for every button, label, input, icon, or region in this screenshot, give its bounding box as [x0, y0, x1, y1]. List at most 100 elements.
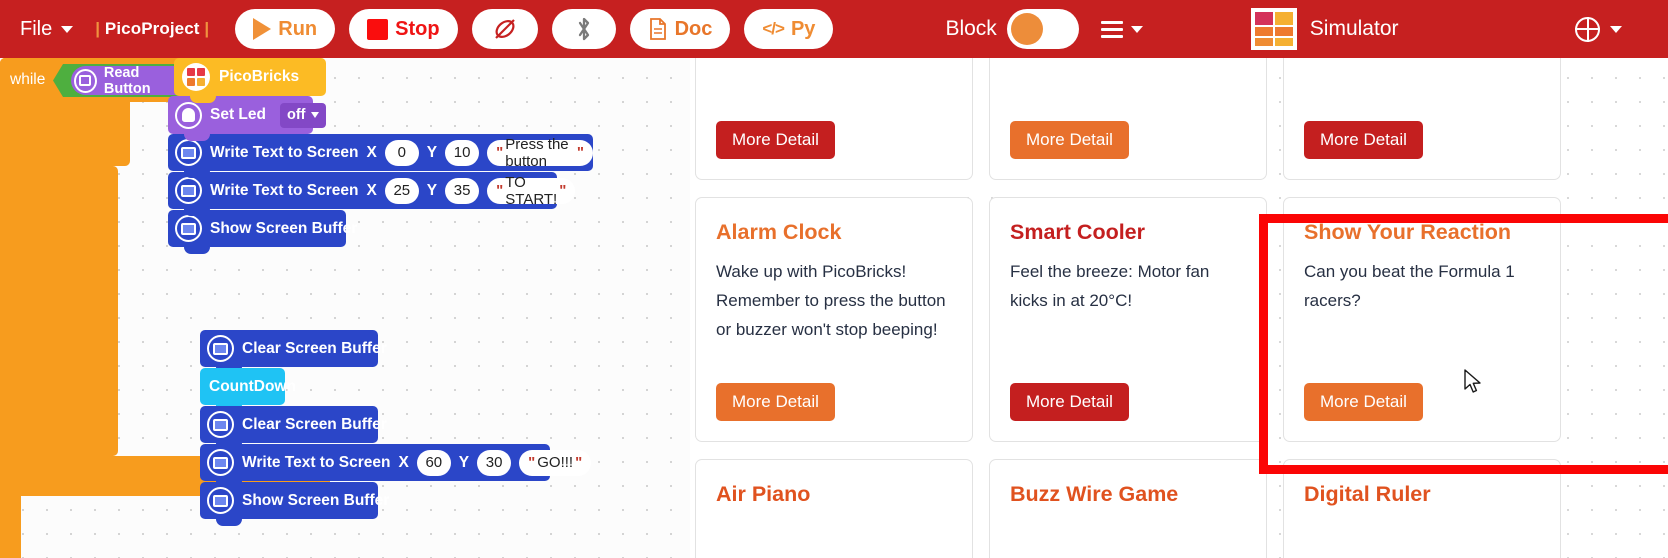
file-menu-button[interactable]: File [20, 17, 74, 41]
project-card[interactable]: Air PianoMore Detail [695, 459, 973, 558]
more-detail-button[interactable]: More Detail [716, 121, 835, 159]
block-picobricks[interactable]: PicoBricks [174, 58, 326, 103]
project-card-title: Buzz Wire Game [1010, 482, 1179, 506]
block-while-arm [0, 102, 21, 558]
screen-icon [207, 449, 234, 476]
project-card[interactable]: Buzz Wire GameMore Detail [989, 459, 1267, 558]
project-card-title: Alarm Clock [716, 220, 842, 244]
document-icon [649, 18, 666, 40]
block-write-text-1[interactable]: Write Text to Screen X 0 Y 10 " Press th… [168, 134, 593, 178]
simulator-grid-icon [1250, 8, 1297, 50]
block-write-text-3-text-input[interactable]: " GO!!! " [519, 449, 592, 476]
block-show-screen-buffer-1-label: Show Screen Buffer [210, 219, 358, 237]
block-write-text-2-y-input[interactable]: 35 [445, 177, 480, 204]
language-selector[interactable] [1575, 16, 1622, 42]
block-write-text-1-x-label: X [366, 143, 377, 161]
block-countdown-label: CountDown [209, 377, 296, 395]
more-detail-button[interactable]: More Detail [1304, 121, 1423, 159]
mode-toggle-switch[interactable] [1006, 9, 1079, 49]
run-button[interactable]: Run [235, 9, 336, 49]
project-card-description: Wake up with PicoBricks! Remember to pre… [716, 261, 946, 340]
block-write-text-2-text-input[interactable]: " TO START! " [487, 174, 576, 208]
block-write-text-1-x-input[interactable]: 0 [384, 139, 419, 166]
project-title-pipe-right: | [204, 19, 210, 38]
screen-icon [175, 215, 202, 242]
project-card[interactable]: Alarm Clock Wake up with PicoBricks! Reme… [695, 197, 973, 442]
simulator-button[interactable]: Simulator [1250, 8, 1399, 50]
project-card[interactable]: temperature?More Detail [695, 58, 973, 180]
bluetooth-icon [578, 17, 589, 41]
project-card-description: Feel the breeze: Motor fan kicks in at 2… [1010, 261, 1210, 310]
screen-icon [207, 487, 234, 514]
more-detail-button[interactable]: More Detail [1304, 383, 1423, 421]
play-icon [253, 18, 272, 40]
block-write-text-2-y-label: Y [426, 181, 438, 199]
project-card[interactable]: Show Your Reaction Can you beat the Formu… [1283, 197, 1561, 442]
stop-button[interactable]: Stop [349, 9, 458, 49]
block-show-screen-buffer-2[interactable]: Show Screen Buffer [200, 482, 389, 526]
block-set-led-label: Set Led [210, 106, 266, 123]
block-write-text-2-x-label: X [366, 181, 377, 199]
block-notch [190, 96, 216, 103]
button-sensor-icon [74, 69, 97, 93]
block-write-text-3-label: Write Text to Screen [242, 453, 391, 471]
block-write-text-2-label: Write Text to Screen [210, 181, 359, 199]
menu-button[interactable] [1100, 20, 1143, 38]
block-write-text-3-y-label: Y [458, 453, 470, 471]
block-countdown[interactable]: CountDown [200, 368, 296, 412]
block-notch [184, 247, 210, 254]
doc-button[interactable]: Doc [629, 9, 731, 49]
block-write-text-1-text-value: Press the button [505, 135, 569, 170]
doc-button-label: Doc [674, 17, 713, 40]
project-card[interactable]: with a Twist!More Detail [989, 58, 1267, 180]
project-card-description: Can you beat the Formula 1 racers? [1304, 261, 1515, 310]
project-card-description: temperature? [716, 58, 952, 121]
file-menu-label: File [20, 17, 53, 40]
set-led-state-dropdown[interactable]: off [279, 102, 326, 128]
block-write-text-3[interactable]: Write Text to Screen X 60 Y 30 " GO!!! " [200, 444, 592, 488]
block-notch [184, 171, 210, 178]
quote-glyph: " [496, 144, 504, 161]
project-card-description [716, 519, 952, 558]
projects-panel[interactable]: temperature?More Detailwith a Twist!More… [690, 58, 1668, 558]
project-title-pipe-left: | [95, 19, 101, 38]
more-detail-button[interactable]: More Detail [1010, 383, 1129, 421]
block-clear-screen-buffer-2[interactable]: Clear Screen Buffer [200, 406, 387, 450]
python-button[interactable]: </> Py [744, 9, 834, 49]
mode-toggle-group[interactable]: Block [945, 9, 1079, 49]
stop-square-icon [367, 18, 389, 40]
block-picobricks-label: PicoBricks [219, 68, 300, 85]
block-write-text-2-x-input[interactable]: 25 [384, 177, 419, 204]
block-notch [184, 209, 210, 216]
block-workspace-canvas[interactable]: PicoBricks Set Led off Write Text to Scr… [0, 58, 690, 558]
project-card[interactable]: More Detail [1283, 58, 1561, 180]
block-write-text-1-y-input[interactable]: 10 [445, 139, 480, 166]
block-clear-screen-buffer-1[interactable]: Clear Screen Buffer [200, 330, 387, 374]
block-set-led[interactable]: Set Led off [168, 96, 326, 141]
globe-icon [1575, 16, 1600, 42]
block-write-text-3-x-input[interactable]: 60 [416, 449, 451, 476]
project-card-description: with a Twist! [1010, 58, 1246, 121]
python-button-label: Py [790, 17, 816, 40]
quote-glyph: " [496, 182, 504, 199]
screen-icon [175, 139, 202, 166]
block-write-text-3-y-input[interactable]: 30 [477, 449, 512, 476]
bluetooth-button[interactable] [551, 9, 616, 49]
screen-icon [207, 335, 234, 362]
block-write-text-1-text-input[interactable]: " Press the button " [487, 136, 593, 170]
more-detail-button[interactable]: More Detail [1010, 121, 1129, 159]
projects-grid: temperature?More Detailwith a Twist!More… [695, 58, 1561, 558]
set-led-state-value: off [286, 107, 306, 123]
more-detail-button[interactable]: More Detail [716, 383, 835, 421]
block-write-text-3-text-value: GO!!! [537, 454, 574, 471]
connection-status-button[interactable] [471, 9, 538, 49]
hamburger-menu-icon [1100, 20, 1123, 38]
project-card-title: Digital Ruler [1304, 482, 1431, 506]
quote-glyph: " [528, 454, 536, 471]
block-while[interactable]: while Read Button = 1 [0, 58, 296, 558]
mode-toggle-label: Block [945, 17, 997, 40]
project-card[interactable]: Digital RulerMore Detail [1283, 459, 1561, 558]
block-clear-screen-buffer-1-label: Clear Screen Buffer [242, 339, 387, 357]
block-write-text-2[interactable]: Write Text to Screen X 25 Y 35 " TO STAR… [168, 172, 576, 216]
project-card[interactable]: Smart Cooler Feel the breeze: Motor fan k… [989, 197, 1267, 442]
